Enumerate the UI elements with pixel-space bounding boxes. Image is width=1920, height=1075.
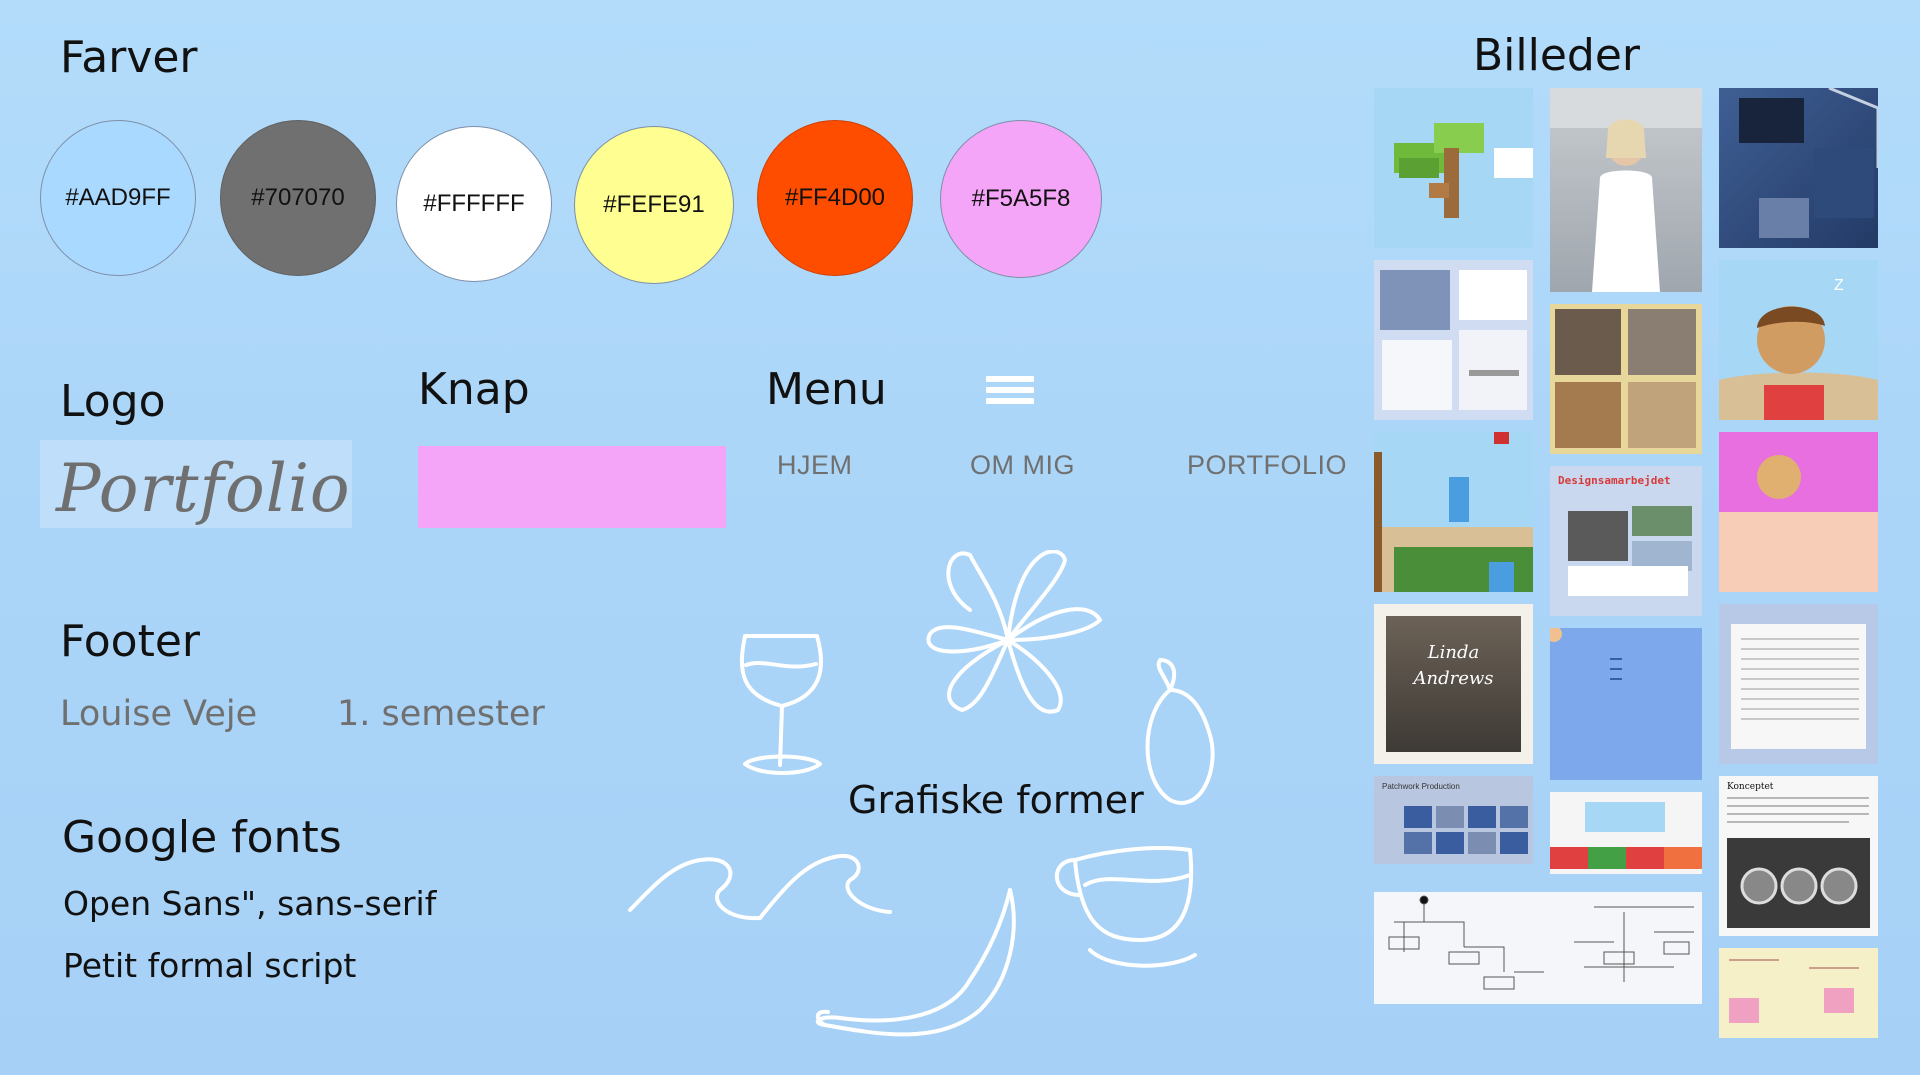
image-moodboard[interactable] xyxy=(1374,260,1533,420)
color-swatch-light-blue: #AAD9FF xyxy=(40,120,196,276)
pink-card-icon xyxy=(1719,432,1878,592)
color-swatch-orange: #FF4D00 xyxy=(757,120,913,276)
font-primary: Open Sans", sans-serif xyxy=(63,884,437,923)
footer-title: Footer xyxy=(60,616,200,667)
color-swatch-yellow: #FEFE91 xyxy=(574,126,734,284)
flower-icon xyxy=(926,550,1102,714)
image-sticky-notes[interactable] xyxy=(1719,948,1878,1038)
image-document[interactable] xyxy=(1719,604,1878,764)
image-sleeping-face[interactable]: Z xyxy=(1719,260,1878,420)
wave-icon xyxy=(628,853,892,921)
image-portrait-hall[interactable] xyxy=(1550,88,1702,292)
sample-button[interactable] xyxy=(418,446,726,528)
design-title: Designsamarbejdet xyxy=(1558,474,1671,487)
fonts-title: Google fonts xyxy=(62,812,342,863)
document-icon xyxy=(1731,624,1866,749)
blue-page-icon xyxy=(1550,628,1622,680)
sleeping-face-icon: Z xyxy=(1719,277,1878,420)
flowchart-icon xyxy=(1388,895,1694,990)
banana-icon xyxy=(815,888,1016,1037)
logo: Portfolio xyxy=(56,450,351,527)
portrait-icon xyxy=(1550,88,1702,292)
lemon-icon xyxy=(1145,658,1215,805)
linda-name-1: Linda xyxy=(1427,642,1480,663)
cup-icon xyxy=(1054,846,1197,968)
color-swatch-pink: #F5A5F8 xyxy=(940,120,1102,278)
logo-title: Logo xyxy=(60,376,166,427)
design-collab-icon xyxy=(1568,506,1692,596)
image-patchwork[interactable]: Patchwork Production xyxy=(1374,776,1533,864)
image-photo-collage[interactable] xyxy=(1550,304,1702,454)
font-secondary: Petit formal script xyxy=(63,946,357,985)
menu-item-om-mig[interactable]: OM MIG xyxy=(970,450,1075,481)
sticky-notes-icon xyxy=(1729,959,1859,1023)
footer-semester: 1. semester xyxy=(337,694,545,734)
laundromat-icon xyxy=(1727,797,1870,928)
image-pink-card[interactable] xyxy=(1719,432,1878,592)
image-pixel-room[interactable] xyxy=(1374,432,1533,592)
menu-item-hjem[interactable]: HJEM xyxy=(777,450,853,481)
colors-title: Farver xyxy=(60,32,198,83)
color-swatch-white: #FFFFFF xyxy=(396,126,552,282)
hamburger-menu-icon[interactable] xyxy=(986,376,1034,410)
svg-text:Z: Z xyxy=(1834,277,1844,294)
shapes-title: Grafiske former xyxy=(848,778,1144,822)
image-design-collab[interactable]: Designsamarbejdet xyxy=(1550,466,1702,616)
image-pixel-tree[interactable] xyxy=(1374,88,1533,248)
wine-glass-icon xyxy=(739,634,823,775)
pixel-tree-icon xyxy=(1394,123,1533,218)
game-level-icon xyxy=(1550,802,1702,869)
menu-title: Menu xyxy=(766,364,887,415)
button-title: Knap xyxy=(418,364,530,415)
pixel-room-icon xyxy=(1374,432,1533,592)
moodboard-icon xyxy=(1380,270,1527,410)
image-game-level[interactable] xyxy=(1550,792,1702,874)
linda-name-2: Andrews xyxy=(1413,668,1494,689)
color-swatch-gray: #707070 xyxy=(220,120,376,276)
footer-name: Louise Veje xyxy=(60,694,258,734)
image-denim[interactable] xyxy=(1719,88,1878,248)
image-laundromat[interactable]: Konceptet xyxy=(1719,776,1878,936)
images-title: Billeder xyxy=(1473,30,1641,81)
patchwork-title: Patchwork Production xyxy=(1382,782,1460,791)
koncept-title: Konceptet xyxy=(1727,782,1774,792)
denim-icon xyxy=(1739,88,1878,238)
menu-item-portfolio[interactable]: PORTFOLIO xyxy=(1187,450,1347,481)
image-flowchart[interactable] xyxy=(1374,892,1702,1004)
image-linda-andrews[interactable]: Linda Andrews xyxy=(1374,604,1533,764)
photo-collage-icon xyxy=(1555,309,1696,448)
image-blue-page[interactable] xyxy=(1550,628,1702,780)
